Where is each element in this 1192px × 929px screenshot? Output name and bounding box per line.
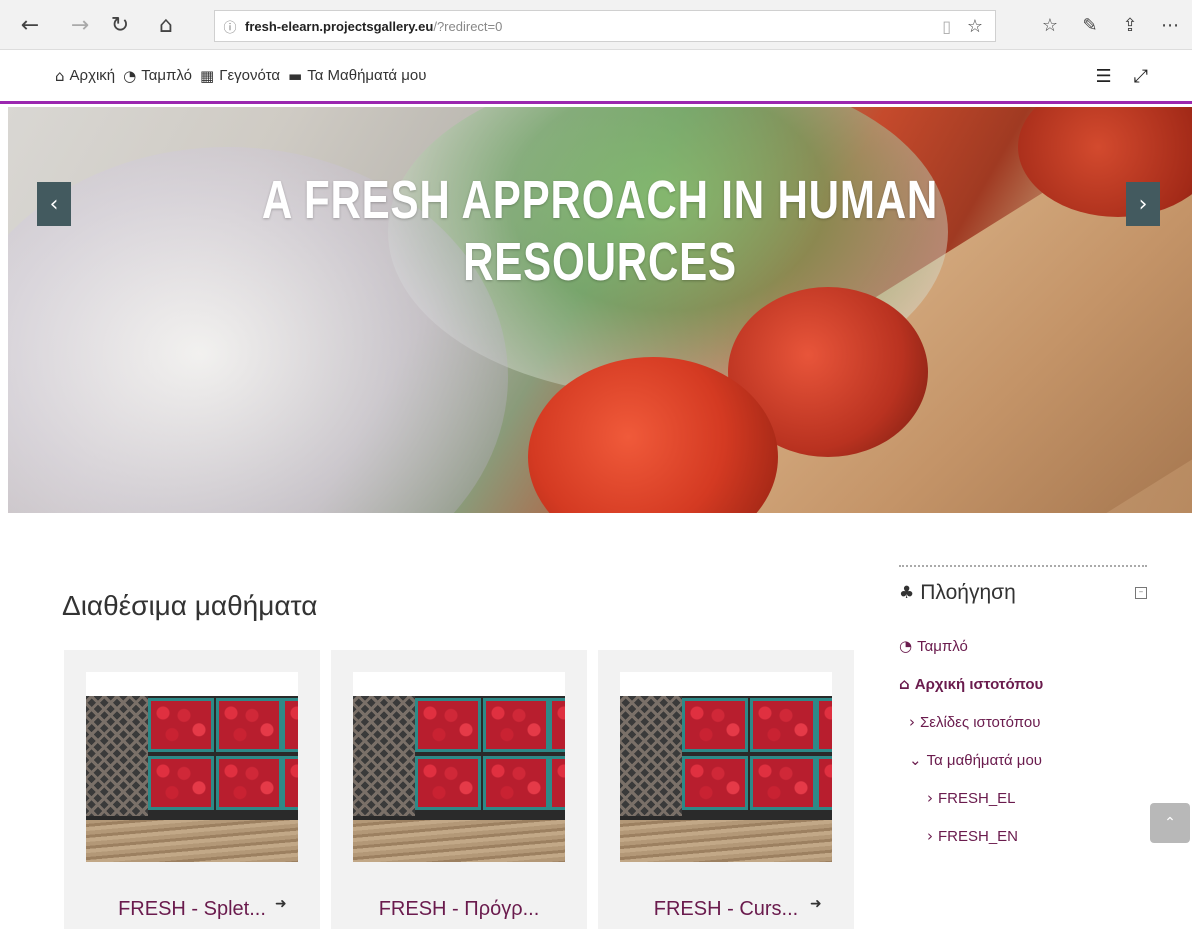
nav-tree-item-my-courses[interactable]: ⌄ Τα μαθήματά μου	[899, 741, 1147, 779]
url-path: /?redirect=0	[433, 18, 503, 34]
slider-next-button[interactable]: ›	[1126, 182, 1160, 226]
course-name-link[interactable]: FRESH - Πρόγρ...	[331, 898, 587, 921]
sidebar-toggle-icon[interactable]: ☰	[1095, 66, 1111, 87]
nav-tree-label: FRESH_EL	[938, 789, 1016, 807]
sitemap-icon: ♣	[899, 583, 915, 603]
reading-view-icon[interactable]: ▯	[942, 17, 951, 36]
nav-tree-item-site-pages[interactable]: › Σελίδες ιστοτόπου	[899, 703, 1147, 741]
nav-item-label: Γεγονότα	[219, 67, 281, 84]
chevron-right-icon: ›	[927, 827, 933, 845]
dashboard-icon: ◔	[899, 637, 913, 655]
navigation-block: ♣ Πλοήγηση – ◔ Ταμπλό ⌂ Αρχική ιστοτόπου…	[899, 565, 1147, 855]
chevron-right-icon: ›	[909, 713, 915, 731]
fullscreen-icon[interactable]: ⤢	[1134, 66, 1148, 87]
nav-tree-item-fresh-en[interactable]: › FRESH_EN	[899, 817, 1147, 855]
nav-item-label: Τα Μαθήματά μου	[307, 67, 427, 84]
nav-tree-item-site-home[interactable]: ⌂ Αρχική ιστοτόπου	[899, 665, 1147, 703]
nav-item-label: Αρχική	[69, 67, 116, 84]
dashboard-icon: ◔	[123, 66, 137, 85]
nav-tree-label: Αρχική ιστοτόπου	[914, 675, 1044, 693]
section-title: Διαθέσιμα μαθήματα	[62, 590, 318, 621]
navbar-tools: ☰ ⤢	[1095, 66, 1148, 87]
nav-tree-label: Σελίδες ιστοτόπου	[920, 713, 1041, 731]
chevron-down-icon: ⌄	[909, 751, 922, 769]
favorites-list-icon[interactable]: ☆	[1030, 8, 1070, 42]
nav-tree-label: Ταμπλό	[917, 637, 968, 655]
nav-item-events[interactable]: ▦ Γεγονότα	[200, 67, 280, 85]
url-host: fresh-elearn.projectsgallery.eu	[245, 18, 434, 34]
refresh-icon[interactable]: ↻	[102, 7, 138, 43]
home-icon: ⌂	[55, 66, 65, 85]
briefcase-icon: ▬	[288, 66, 303, 85]
address-bar[interactable]: ⓘ fresh-elearn.projectsgallery.eu /?redi…	[214, 10, 996, 42]
collapse-block-icon[interactable]: –	[1135, 587, 1147, 599]
more-icon[interactable]: ⋯	[1150, 8, 1190, 42]
home-icon: ⌂	[899, 675, 910, 693]
nav-item-my-courses[interactable]: ▬ Τα Μαθήματά μου	[288, 67, 426, 85]
share-icon[interactable]: ⇪	[1110, 8, 1150, 42]
hero-slider: A FRESH APPROACH IN HUMAN RESOURCES ‹ ›	[8, 107, 1192, 513]
primary-menu: ⌂ Αρχική ◔ Ταμπλό ▦ Γεγονότα ▬ Τα Μαθήμα…	[55, 67, 430, 85]
chevron-right-icon: ›	[927, 789, 933, 807]
forward-icon[interactable]: →	[62, 7, 98, 43]
info-icon[interactable]: ⓘ	[215, 17, 245, 36]
raspberries-image	[86, 696, 298, 862]
favorite-star-icon[interactable]: ☆	[967, 16, 983, 37]
navigation-block-title: Πλοήγηση	[920, 581, 1016, 604]
nav-item-home[interactable]: ⌂ Αρχική	[55, 67, 115, 85]
raspberries-image	[620, 696, 832, 862]
back-to-top-button[interactable]: ⌃	[1150, 803, 1190, 843]
chevron-up-icon: ⌃	[1164, 815, 1176, 831]
slider-prev-button[interactable]: ‹	[37, 182, 71, 226]
course-card[interactable]: FRESH - Curs... ➜	[598, 650, 854, 929]
course-image[interactable]	[620, 672, 832, 862]
back-icon[interactable]: ←	[12, 7, 48, 43]
home-icon[interactable]: ⌂	[148, 7, 184, 43]
nav-item-dashboard[interactable]: ◔ Ταμπλό	[123, 67, 192, 85]
navigation-block-header: ♣ Πλοήγηση	[899, 581, 1147, 605]
nav-tree-label: FRESH_EN	[938, 827, 1019, 845]
course-image[interactable]	[86, 672, 298, 862]
enrol-icon: ➜	[810, 896, 822, 912]
nav-item-label: Ταμπλό	[141, 67, 193, 84]
pen-icon[interactable]: ✎	[1070, 8, 1110, 42]
hero-title: A FRESH APPROACH IN HUMAN RESOURCES	[261, 170, 939, 292]
nav-tree-item-dashboard[interactable]: ◔ Ταμπλό	[899, 627, 1147, 665]
course-card[interactable]: FRESH - Πρόγρ...	[331, 650, 587, 929]
site-navbar: ⌂ Αρχική ◔ Ταμπλό ▦ Γεγονότα ▬ Τα Μαθήμα…	[0, 50, 1192, 104]
course-card[interactable]: FRESH - Splet... ➜	[64, 650, 320, 929]
nav-tree-label: Τα μαθήματά μου	[926, 751, 1042, 769]
browser-tools: ☆ ✎ ⇪ ⋯	[1030, 8, 1190, 42]
browser-toolbar: ← → ↻ ⌂ ⓘ fresh-elearn.projectsgallery.e…	[0, 0, 1192, 50]
course-image[interactable]	[353, 672, 565, 862]
navigation-tree: ◔ Ταμπλό ⌂ Αρχική ιστοτόπου › Σελίδες ισ…	[899, 627, 1147, 855]
nav-tree-item-fresh-el[interactable]: › FRESH_EL	[899, 779, 1147, 817]
raspberries-image	[353, 696, 565, 862]
enrol-icon: ➜	[275, 896, 287, 912]
calendar-icon: ▦	[200, 66, 215, 85]
